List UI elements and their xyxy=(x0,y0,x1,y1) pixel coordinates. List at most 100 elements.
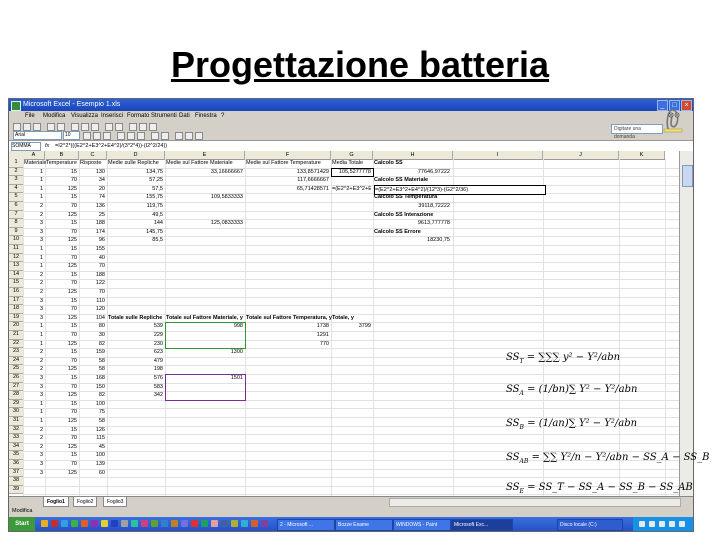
table-cell[interactable]: 2 xyxy=(24,443,43,452)
table-cell[interactable]: 120 xyxy=(80,305,105,314)
total-repliche-cell[interactable]: 583 xyxy=(108,383,163,392)
table-cell[interactable]: 155,75 xyxy=(108,193,163,202)
table-cell[interactable]: 1 xyxy=(24,408,43,417)
align-left-icon[interactable] xyxy=(117,132,125,140)
table-cell[interactable]: 70 xyxy=(46,331,77,340)
ss-interazione-value[interactable]: 9613,777778 xyxy=(374,219,450,228)
table-cell[interactable]: 75 xyxy=(80,408,105,417)
total-repliche-cell[interactable]: 576 xyxy=(108,374,163,383)
tray-icon-4[interactable] xyxy=(669,521,675,527)
table-cell[interactable]: 2 xyxy=(24,357,43,366)
table-cell[interactable]: 125 xyxy=(46,288,77,297)
table-cell[interactable]: 125 xyxy=(46,340,77,349)
table-cell[interactable]: 117,6666667 xyxy=(246,176,329,185)
table-cell[interactable]: 70 xyxy=(46,254,77,263)
menu-strumenti[interactable]: Strumenti xyxy=(151,111,177,121)
table-cell[interactable]: 1 xyxy=(24,254,43,263)
font-name-select[interactable]: Arial xyxy=(13,131,62,140)
table-cell[interactable]: 125 xyxy=(46,314,77,323)
column-header[interactable]: I xyxy=(453,151,543,160)
quicklaunch-icon-3[interactable] xyxy=(61,520,68,527)
quicklaunch-icon-13[interactable] xyxy=(161,520,168,527)
table-cell[interactable]: 3 xyxy=(24,374,43,383)
task-item-2[interactable]: Bozze Esame xyxy=(335,519,393,531)
table-cell[interactable]: 57,5 xyxy=(108,185,163,194)
row-header[interactable]: 11 xyxy=(9,245,24,254)
font-color-icon[interactable] xyxy=(195,132,203,140)
row-header[interactable]: 13 xyxy=(9,262,24,271)
worksheet-grid[interactable]: A B C D E F G H I J K 1 2 3 4 5 6 7 8 9 10 11 12 13 14 15 16 17 18 19… xyxy=(9,151,679,496)
tray-icon-2[interactable] xyxy=(649,521,655,527)
tray-icon-5[interactable] xyxy=(679,521,685,527)
row-header[interactable]: 5 xyxy=(9,193,24,202)
ss-temperatura-label[interactable]: Calcolo SS Temperatura xyxy=(374,193,464,202)
table-cell[interactable]: 15 xyxy=(46,426,77,435)
quicklaunch-icon-4[interactable] xyxy=(71,520,78,527)
italic-icon[interactable] xyxy=(93,132,101,140)
row-header[interactable]: 37 xyxy=(9,468,24,478)
quicklaunch-icon-20[interactable] xyxy=(231,520,238,527)
quicklaunch-icon-17[interactable] xyxy=(201,520,208,527)
table-cell[interactable]: 85,5 xyxy=(108,236,163,245)
table-cell[interactable]: 15 xyxy=(46,193,77,202)
table-cell[interactable]: 15 xyxy=(46,168,77,177)
font-size-select[interactable]: 10 xyxy=(63,131,80,140)
table-cell[interactable]: 20 xyxy=(80,185,105,194)
table-cell[interactable]: 25 xyxy=(80,211,105,220)
row-header[interactable]: 35 xyxy=(9,451,24,460)
ss-errore-value[interactable]: 18230,75 xyxy=(374,236,450,245)
sheet-tab-foglio2[interactable]: Foglio2 xyxy=(73,497,98,507)
total-repliche-cell[interactable]: 229 xyxy=(108,331,163,340)
table-cell[interactable]: 15 xyxy=(46,271,77,280)
table-cell[interactable]: 1 xyxy=(24,262,43,271)
quicklaunch-icon-15[interactable] xyxy=(181,520,188,527)
table-cell[interactable]: 122 xyxy=(80,279,105,288)
table-cell[interactable]: 70 xyxy=(46,228,77,237)
row-header[interactable]: 20 xyxy=(9,322,24,331)
row-header[interactable]: 33 xyxy=(9,434,24,443)
table-cell[interactable]: 119,75 xyxy=(108,202,163,211)
total-temperatura-cell[interactable]: 1738 xyxy=(246,322,329,331)
quicklaunch-icon-8[interactable] xyxy=(111,520,118,527)
table-cell[interactable]: 133,8571429 xyxy=(246,168,329,177)
total-temperatura-cell[interactable]: 770 xyxy=(246,340,329,349)
vertical-scrollbar[interactable] xyxy=(679,151,693,496)
row-header[interactable]: 18 xyxy=(9,305,24,314)
table-cell[interactable]: 134,75 xyxy=(108,168,163,177)
row-header[interactable]: 14 xyxy=(9,270,24,280)
total-repliche-cell[interactable]: 479 xyxy=(108,357,163,366)
table-cell[interactable]: 125 xyxy=(46,262,77,271)
row-header[interactable]: 3 xyxy=(9,176,24,185)
fx-icon[interactable]: fx xyxy=(45,141,49,151)
menu-file[interactable]: File xyxy=(25,111,35,121)
menu-help[interactable]: ? xyxy=(221,111,224,121)
table-cell[interactable]: 3 xyxy=(24,383,43,392)
table-cell[interactable]: 70 xyxy=(46,434,77,443)
table-cell[interactable]: 49,5 xyxy=(108,211,163,220)
table-cell[interactable]: 2 xyxy=(24,426,43,435)
ss-interazione-label[interactable]: Calcolo SS Interazione xyxy=(374,211,464,220)
task-item-1[interactable]: 2 - Microsoft ... xyxy=(277,519,335,531)
row-header[interactable]: 17 xyxy=(9,296,24,306)
table-cell[interactable]: 15 xyxy=(46,322,77,331)
table-cell[interactable]: 144 xyxy=(108,219,163,228)
menu-dati[interactable]: Dati xyxy=(179,111,190,121)
quicklaunch-icon-6[interactable] xyxy=(91,520,98,527)
quicklaunch-icon-21[interactable] xyxy=(241,520,248,527)
total-repliche-cell[interactable]: 342 xyxy=(108,391,163,400)
table-cell[interactable]: 1 xyxy=(24,340,43,349)
table-cell[interactable]: =(E2^2+E3^2+E4^2) xyxy=(332,185,371,194)
quicklaunch-icon-9[interactable] xyxy=(121,520,128,527)
table-cell[interactable]: 82 xyxy=(80,340,105,349)
row-header[interactable]: 28 xyxy=(9,391,24,400)
quicklaunch-icon-22[interactable] xyxy=(251,520,258,527)
table-cell[interactable]: 70 xyxy=(46,357,77,366)
office-assistant-icon[interactable] xyxy=(662,107,686,133)
underline-icon[interactable] xyxy=(103,132,111,140)
borders-icon[interactable] xyxy=(175,132,183,140)
table-cell[interactable]: 1 xyxy=(24,322,43,331)
task-item-disk[interactable]: Disco locale (C:) xyxy=(557,519,623,531)
table-cell[interactable]: 125 xyxy=(46,391,77,400)
row-header[interactable]: 32 xyxy=(9,425,24,435)
ss-errore-label[interactable]: Calcolo SS Errore xyxy=(374,228,464,237)
